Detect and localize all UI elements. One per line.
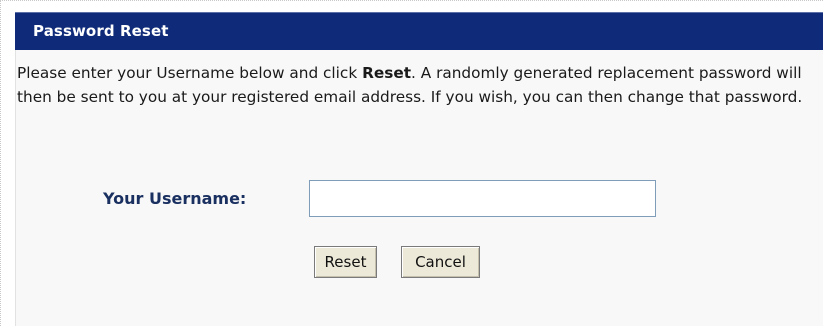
panel-header: Password Reset — [15, 12, 823, 50]
instructions-reset-emphasis: Reset — [362, 64, 412, 82]
username-input[interactable] — [309, 180, 656, 217]
instructions-part-1: Please enter your Username below and cli… — [17, 64, 363, 82]
password-reset-panel — [15, 12, 823, 326]
cancel-button[interactable]: Cancel — [401, 246, 480, 278]
page-title: Password Reset — [33, 22, 169, 40]
username-label: Your Username: — [103, 189, 247, 208]
instructions-text: Please enter your Username below and cli… — [17, 62, 820, 109]
reset-button[interactable]: Reset — [314, 246, 377, 278]
